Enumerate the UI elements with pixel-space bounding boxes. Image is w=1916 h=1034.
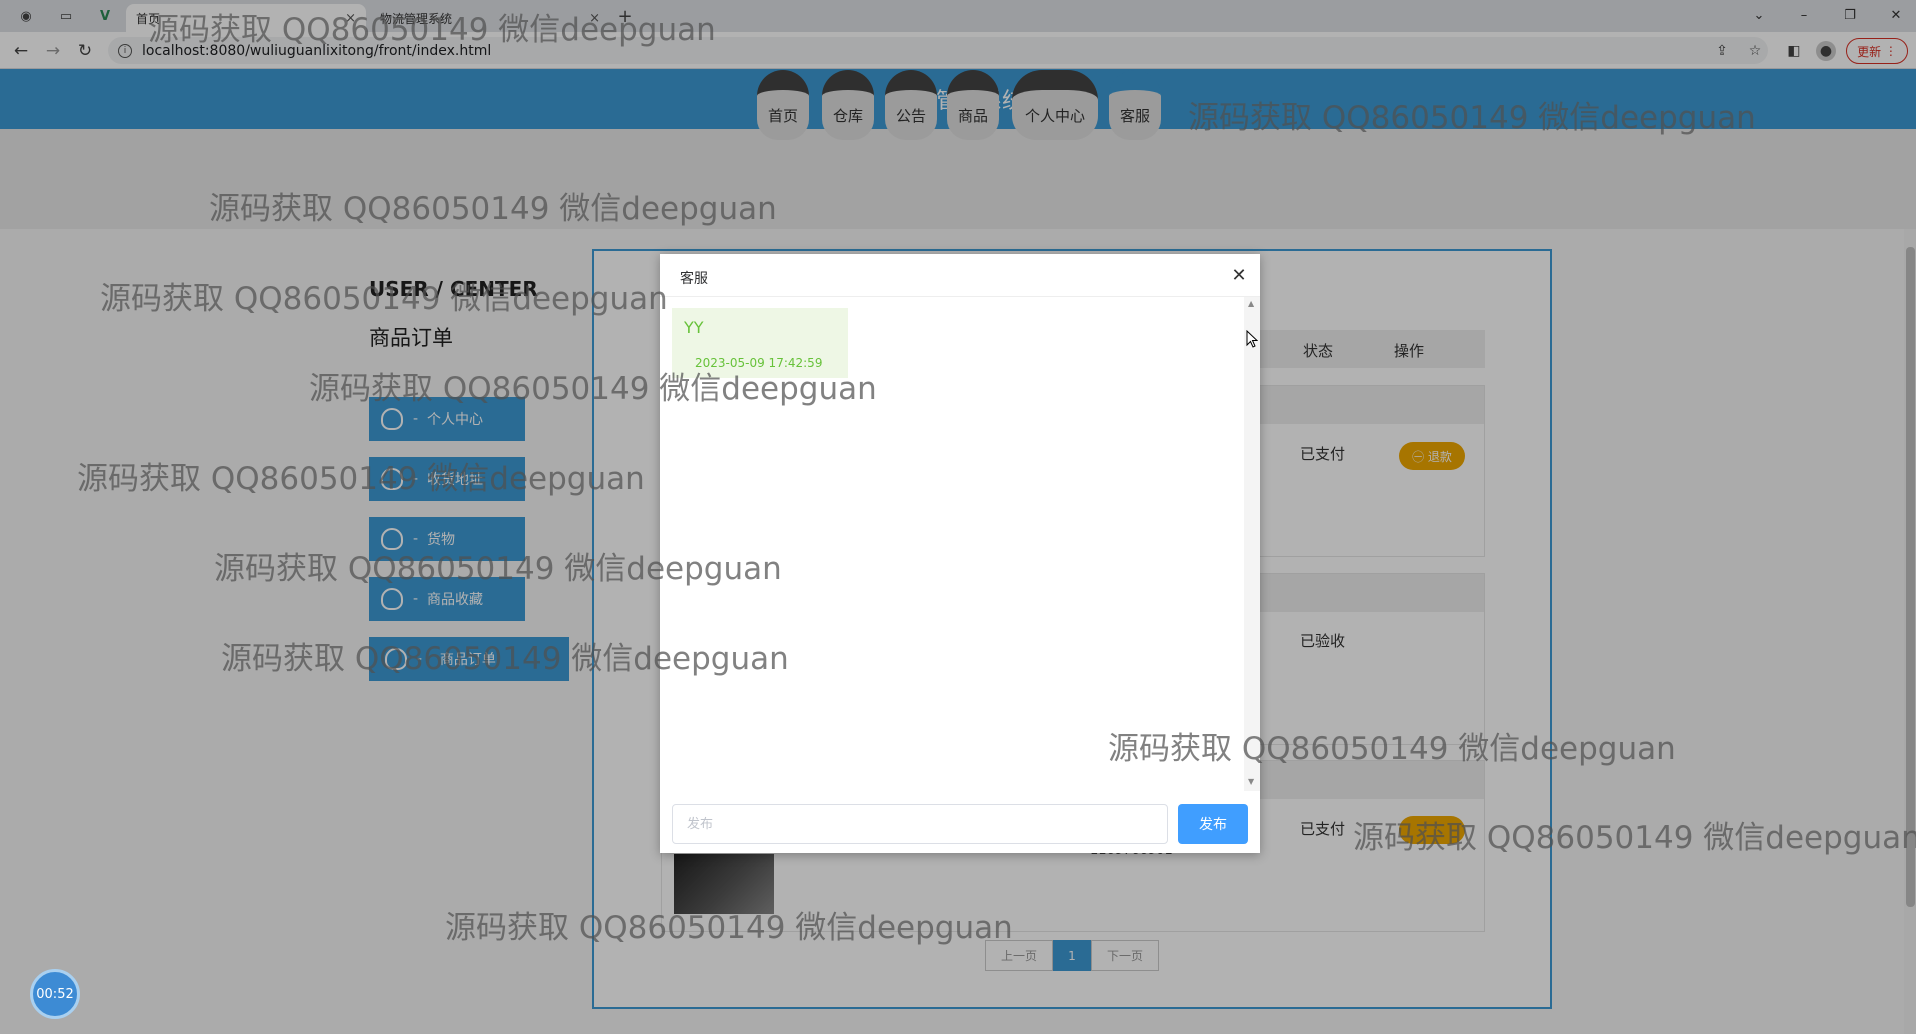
watermark: 源码获取 QQ86050149 微信deepguan [309,371,877,407]
watermark: 源码获取 QQ86050149 微信deepguan [221,641,789,677]
send-button[interactable]: 发布 [1178,804,1248,844]
mouse-cursor-icon [1246,330,1258,348]
message-sender: YY [684,318,704,337]
recording-timer[interactable]: 00:52 [30,969,80,1019]
chat-scrollbar[interactable]: ▲ ▼ [1244,297,1260,791]
chat-input[interactable] [672,804,1168,844]
scroll-down-icon[interactable]: ▼ [1248,777,1254,786]
watermark: 源码获取 QQ86050149 微信deepguan [214,551,782,587]
watermark: 源码获取 QQ86050149 微信deepguan [77,461,645,497]
watermark: 源码获取 QQ86050149 微信deepguan [1188,100,1756,136]
watermark: 源码获取 QQ86050149 微信deepguan [148,12,716,48]
watermark: 源码获取 QQ86050149 微信deepguan [1353,820,1916,856]
watermark: 源码获取 QQ86050149 微信deepguan [100,281,668,317]
watermark: 源码获取 QQ86050149 微信deepguan [445,910,1013,946]
dialog-title: 客服 [680,271,708,287]
close-icon[interactable]: ✕ [1228,264,1250,286]
watermark: 源码获取 QQ86050149 微信deepguan [209,191,777,227]
scroll-up-icon[interactable]: ▲ [1248,299,1254,308]
watermark: 源码获取 QQ86050149 微信deepguan [1108,731,1676,767]
